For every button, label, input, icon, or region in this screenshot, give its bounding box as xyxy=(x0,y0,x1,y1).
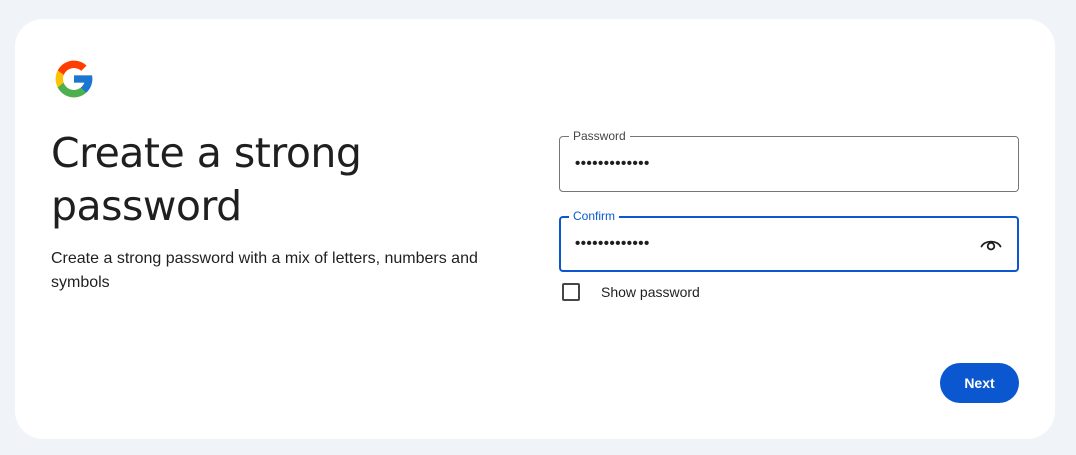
password-field[interactable]: Password ••••••••••••• xyxy=(559,128,1019,192)
confirm-field-value[interactable]: ••••••••••••• xyxy=(575,232,650,256)
password-field-value[interactable]: ••••••••••••• xyxy=(575,152,650,176)
show-password-label[interactable]: Show password xyxy=(601,282,700,302)
password-field-label: Password xyxy=(569,128,630,144)
next-button[interactable]: Next xyxy=(940,363,1019,403)
eye-icon[interactable] xyxy=(979,232,1003,256)
confirm-password-field[interactable]: Confirm ••••••••••••• xyxy=(559,208,1019,272)
signup-card: Create a strong password Create a strong… xyxy=(15,19,1055,439)
show-password-checkbox[interactable] xyxy=(562,283,580,301)
page-description: Create a strong password with a mix of l… xyxy=(51,250,478,291)
page-title: Create a strong password xyxy=(51,129,362,230)
google-logo-icon xyxy=(55,60,93,98)
show-password-row[interactable]: Show password xyxy=(562,282,700,302)
confirm-field-label: Confirm xyxy=(569,208,620,224)
